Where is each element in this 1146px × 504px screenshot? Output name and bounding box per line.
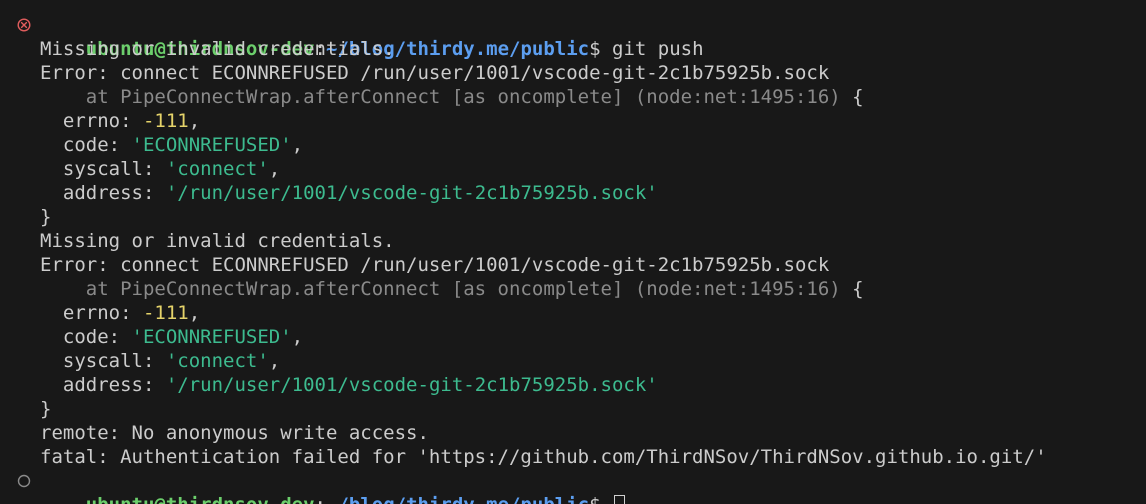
comma: ,	[291, 326, 304, 348]
syscall-line: syscall: 'connect',	[0, 157, 1146, 181]
comma: ,	[268, 158, 281, 180]
stack-trace-text: at PipeConnectWrap.afterConnect [as onco…	[40, 86, 841, 108]
stack-trace-line: at PipeConnectWrap.afterConnect [as onco…	[0, 277, 1146, 301]
prompt-line: ubuntu@thirdnsov-dev:~/blog/thirdy.me/pu…	[0, 469, 1146, 504]
prompt-line: ubuntu@thirdnsov-dev:~/blog/thirdy.me/pu…	[0, 13, 1146, 60]
brace-close: }	[40, 398, 52, 420]
terminal-panel[interactable]: ubuntu@thirdnsov-dev:~/blog/thirdy.me/pu…	[0, 0, 1146, 504]
error-circle-x-icon[interactable]	[14, 13, 34, 37]
code-key: code:	[40, 134, 132, 156]
output-line: Missing or invalid credentials.	[40, 230, 395, 252]
errno-value: -111	[142, 302, 189, 324]
address-line: address: '/run/user/1001/vscode-git-2c1b…	[0, 373, 1146, 397]
brace-close: }	[40, 206, 52, 228]
errno-key: errno:	[40, 110, 143, 132]
syscall-value: 'connect'	[165, 350, 269, 372]
output-line: Error: connect ECONNREFUSED /run/user/10…	[40, 254, 830, 276]
remote-message: remote: No anonymous write access.	[40, 422, 429, 444]
prompt-symbol: $	[589, 494, 612, 504]
code-key: code:	[40, 326, 132, 348]
prompt-user: ubuntu@thirdnsov-dev	[86, 494, 315, 504]
idle-circle-icon[interactable]	[14, 469, 34, 493]
errno-line: errno: -111,	[0, 109, 1146, 133]
code-line: code: 'ECONNREFUSED',	[0, 325, 1146, 349]
address-value: '/run/user/1001/vscode-git-2c1b75925b.so…	[165, 182, 658, 204]
errno-key: errno:	[40, 302, 143, 324]
comma: ,	[188, 302, 201, 324]
output-line: Missing or invalid credentials.	[40, 38, 395, 60]
address-value: '/run/user/1001/vscode-git-2c1b75925b.so…	[165, 374, 658, 396]
syscall-key: syscall:	[40, 350, 166, 372]
stack-trace-line: at PipeConnectWrap.afterConnect [as onco…	[0, 85, 1146, 109]
text-cursor[interactable]	[614, 495, 625, 504]
prompt-separator: :	[315, 494, 326, 504]
stack-trace-text: at PipeConnectWrap.afterConnect [as onco…	[40, 278, 841, 300]
address-key: address:	[40, 374, 166, 396]
comma: ,	[188, 110, 201, 132]
errno-value: -111	[142, 110, 189, 132]
brace-open: {	[840, 86, 864, 108]
syscall-line: syscall: 'connect',	[0, 349, 1146, 373]
comma: ,	[268, 350, 281, 372]
address-key: address:	[40, 182, 166, 204]
comma: ,	[291, 134, 304, 156]
address-line: address: '/run/user/1001/vscode-git-2c1b…	[0, 181, 1146, 205]
fatal-message: fatal: Authentication failed for 'https:…	[40, 446, 1047, 468]
brace-open: {	[840, 278, 864, 300]
code-value: 'ECONNREFUSED'	[131, 134, 292, 156]
errno-line: errno: -111,	[0, 301, 1146, 325]
code-value: 'ECONNREFUSED'	[131, 326, 292, 348]
code-line: code: 'ECONNREFUSED',	[0, 133, 1146, 157]
syscall-value: 'connect'	[165, 158, 269, 180]
prompt-path: ~/blog/thirdy.me/public	[326, 494, 589, 504]
output-line: Error: connect ECONNREFUSED /run/user/10…	[40, 62, 830, 84]
syscall-key: syscall:	[40, 158, 166, 180]
